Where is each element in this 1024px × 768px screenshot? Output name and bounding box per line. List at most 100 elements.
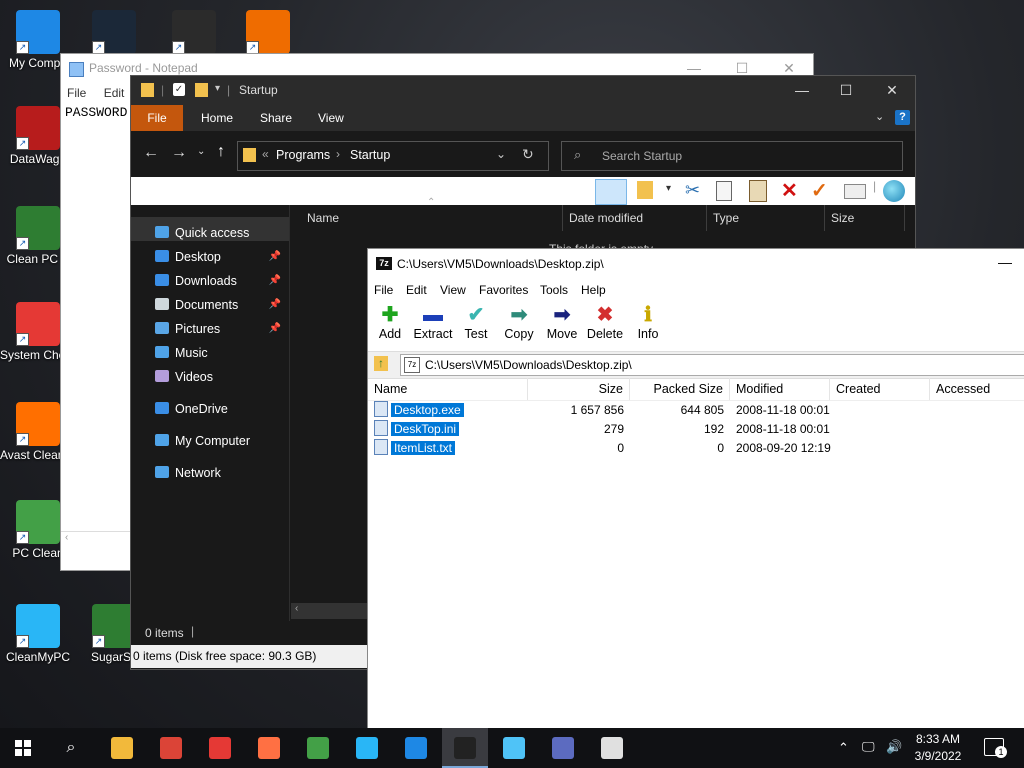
pin-icon[interactable]: 📌	[269, 245, 281, 269]
action-center-icon[interactable]: 1	[984, 738, 1007, 758]
column-type[interactable]: Type	[707, 205, 825, 231]
desktop-icon-pdf[interactable]: ↗	[230, 10, 306, 56]
recent-dropdown-icon[interactable]: ⌄	[197, 146, 205, 157]
sevenzip-path-field[interactable]: 7z C:\Users\VM5\Downloads\Desktop.zip\	[400, 354, 1024, 376]
zcolumn-packed-size[interactable]: Packed Size	[630, 378, 730, 400]
delete-icon[interactable]: ✕	[781, 178, 798, 203]
paste-icon[interactable]	[749, 180, 767, 202]
toolbar-delete-button[interactable]: ✖ Delete	[583, 303, 627, 341]
notes-icon[interactable]	[637, 181, 653, 199]
explorer-minimize-icon[interactable]: —	[779, 82, 825, 98]
nav-item-desktop[interactable]: Desktop 📌	[155, 245, 289, 269]
taskbar-network-app[interactable]	[540, 728, 586, 768]
taskbar-sevenzip-app[interactable]	[442, 728, 488, 768]
properties-check-icon[interactable]: ✓	[173, 83, 185, 96]
menu-file[interactable]: File	[374, 280, 393, 300]
desktop-icon-player[interactable]: ↗	[156, 10, 232, 56]
check-icon[interactable]: ✓	[811, 178, 828, 203]
zcolumn-created[interactable]: Created	[830, 378, 930, 400]
sevenzip-window[interactable]: 7z C:\Users\VM5\Downloads\Desktop.zip\ —…	[367, 248, 1024, 729]
toolbar-extract-button[interactable]: ▬ Extract	[411, 303, 455, 341]
taskbar-monitor-app[interactable]	[344, 728, 390, 768]
zcolumn-modified[interactable]: Modified	[730, 378, 830, 400]
notepad-menu-edit[interactable]: Edit	[104, 86, 125, 100]
refresh-icon[interactable]: ↻	[522, 146, 534, 163]
menu-help[interactable]: Help	[581, 280, 606, 300]
taskbar-power-app[interactable]	[197, 728, 243, 768]
tab-home[interactable]: Home	[201, 105, 233, 131]
taskbar-shield-app[interactable]	[589, 728, 635, 768]
rename-icon[interactable]	[844, 184, 866, 199]
file-row[interactable]: ItemList.txt 0 0 2008-09-20 12:19	[374, 439, 1014, 458]
desktop-icon-cleanmypc[interactable]: ↗ CleanMyPC	[0, 604, 76, 665]
show-hidden-icons[interactable]: ⌃	[838, 740, 849, 756]
explorer-maximize-icon[interactable]: ☐	[823, 82, 869, 99]
breadcrumb-startup[interactable]: Startup	[350, 148, 390, 162]
address-bar[interactable]: « Programs › Startup ⌄ ↻	[237, 141, 549, 171]
toolbar-copy-button[interactable]: ➡ Copy	[497, 303, 541, 341]
nav-item-pictures[interactable]: Pictures 📌	[155, 317, 289, 341]
clock[interactable]: 8:33 AM 3/9/2022	[908, 731, 968, 765]
nav-item-network[interactable]: Network	[155, 461, 289, 485]
copy-icon[interactable]	[716, 181, 732, 201]
ribbon-expand-icon[interactable]: ⌄	[875, 110, 884, 123]
taskbar-chrome[interactable]	[148, 728, 194, 768]
nav-item-videos[interactable]: Videos	[155, 365, 289, 389]
notepad-menu-file[interactable]: File	[67, 86, 86, 100]
menu-tools[interactable]: Tools	[540, 280, 568, 300]
toolbar-test-button[interactable]: ✔ Test	[454, 303, 498, 341]
new-folder-icon[interactable]	[195, 83, 208, 97]
nav-item-music[interactable]: Music	[155, 341, 289, 365]
globe-icon[interactable]	[883, 180, 905, 202]
zcolumn-size[interactable]: Size	[528, 378, 630, 400]
taskbar-sail-app[interactable]	[393, 728, 439, 768]
explorer-close-icon[interactable]: ✕	[869, 82, 915, 99]
forward-arrow-icon[interactable]: →	[171, 144, 187, 162]
nav-item-my-computer[interactable]: My Computer	[155, 429, 289, 453]
nav-item-downloads[interactable]: Downloads 📌	[155, 269, 289, 293]
back-arrow-icon[interactable]: ←	[143, 144, 159, 162]
search-taskbar-icon[interactable]: ⌕	[48, 728, 94, 768]
volume-icon[interactable]: 🔊	[886, 739, 902, 755]
start-button[interactable]	[0, 728, 46, 768]
taskbar-recycle-app[interactable]	[295, 728, 341, 768]
notepad-hscroll[interactable]: ‹	[61, 531, 135, 548]
nav-item-documents[interactable]: Documents 📌	[155, 293, 289, 317]
file-row[interactable]: Desktop.exe 1 657 856 644 805 2008-11-18 00…	[374, 401, 1014, 420]
column-name[interactable]: Name	[301, 205, 563, 231]
toolbar-info-button[interactable]: ℹ Info	[626, 303, 670, 341]
search-box[interactable]: ⌕ Search Startup	[561, 141, 903, 171]
tab-share[interactable]: Share	[260, 105, 292, 131]
taskbar-card-app[interactable]	[491, 728, 537, 768]
sevenzip-titlebar[interactable]: 7z C:\Users\VM5\Downloads\Desktop.zip\ —	[368, 249, 1024, 279]
address-dropdown-icon[interactable]: ⌄	[496, 147, 506, 161]
toolbar-move-button[interactable]: ➡ Move	[540, 303, 584, 341]
tab-file[interactable]: File	[131, 105, 183, 131]
column-date-modified[interactable]: Date modified	[563, 205, 707, 231]
zcolumn-accessed[interactable]: Accessed	[930, 378, 1024, 400]
explorer-titlebar[interactable]: | ✓ ▾ | Startup — ☐ ✕	[131, 76, 915, 105]
nav-item-quick-access[interactable]: Quick access	[155, 221, 289, 245]
explorer-hscroll[interactable]: ‹	[291, 603, 373, 619]
taskbar-file-explorer[interactable]	[99, 728, 145, 768]
tab-view[interactable]: View	[318, 105, 344, 131]
nav-item-onedrive[interactable]: OneDrive	[155, 397, 289, 421]
menu-view[interactable]: View	[440, 280, 466, 300]
folder-up-icon[interactable]: ↑	[374, 356, 388, 371]
desktop-icon-steam[interactable]: ↗	[76, 10, 152, 56]
network-tray-icon[interactable]: 🖵	[862, 739, 875, 755]
help-icon[interactable]: ?	[895, 110, 910, 125]
menu-favorites[interactable]: Favorites	[479, 280, 528, 300]
file-row[interactable]: DeskTop.ini 279 192 2008-11-18 00:01	[374, 420, 1014, 439]
menu-edit[interactable]: Edit	[406, 280, 427, 300]
up-arrow-icon[interactable]: ↑	[217, 143, 225, 161]
column-size[interactable]: Size	[825, 205, 905, 231]
pin-icon[interactable]: 📌	[269, 293, 281, 317]
sevenzip-minimize-icon[interactable]: —	[998, 254, 1012, 270]
toolbar-add-button[interactable]: ✚ Add	[368, 303, 412, 341]
breadcrumb-programs[interactable]: Programs	[276, 148, 330, 162]
taskbar-rocket-app[interactable]	[246, 728, 292, 768]
zcolumn-name[interactable]: Name	[368, 378, 528, 400]
preview-pane-icon[interactable]	[595, 179, 627, 205]
cut-icon[interactable]: ✂	[685, 180, 700, 201]
